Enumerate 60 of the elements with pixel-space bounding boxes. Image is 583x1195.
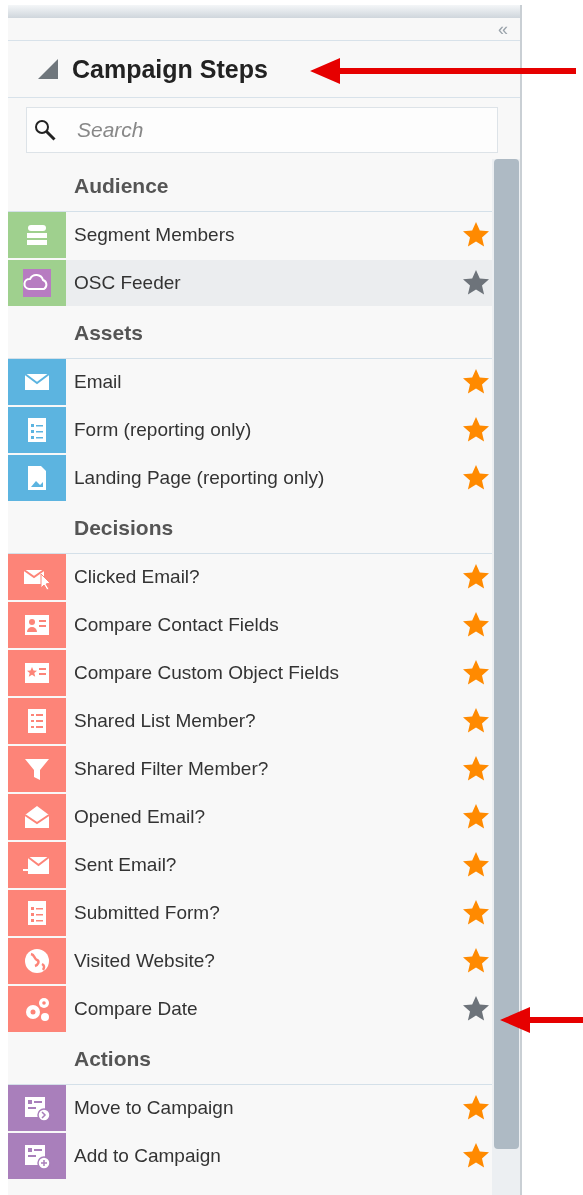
step-item[interactable]: Add to Campaign bbox=[8, 1133, 492, 1179]
step-label: Shared List Member? bbox=[74, 710, 257, 732]
expand-triangle-icon[interactable] bbox=[38, 59, 58, 79]
step-label: OSC Feeder bbox=[74, 272, 182, 294]
section-heading: Audience bbox=[74, 174, 169, 198]
favorite-star-icon[interactable] bbox=[462, 899, 490, 927]
globe-icon bbox=[22, 946, 52, 976]
step-label: Form (reporting only) bbox=[74, 419, 253, 441]
step-item[interactable]: Submitted Form? bbox=[8, 890, 492, 936]
favorite-star-icon[interactable] bbox=[462, 269, 490, 297]
favorite-star-icon[interactable] bbox=[462, 611, 490, 639]
favorite-star-icon[interactable] bbox=[462, 368, 490, 396]
step-label: Visited Website? bbox=[74, 950, 216, 972]
step-item[interactable]: Clicked Email? bbox=[8, 554, 492, 600]
panel-title: Campaign Steps bbox=[72, 54, 268, 84]
step-label: Compare Contact Fields bbox=[74, 614, 280, 636]
favorite-star-icon[interactable] bbox=[462, 563, 490, 591]
step-label: Opened Email? bbox=[74, 806, 206, 828]
step-label: Landing Page (reporting only) bbox=[74, 467, 326, 489]
favorite-star-icon[interactable] bbox=[462, 464, 490, 492]
step-label: Shared Filter Member? bbox=[74, 758, 270, 780]
step-item[interactable]: Landing Page (reporting only) bbox=[8, 455, 492, 501]
step-item[interactable]: Opened Email? bbox=[8, 794, 492, 840]
step-item[interactable]: Sent Email? bbox=[8, 842, 492, 888]
step-item[interactable]: Shared Filter Member? bbox=[8, 746, 492, 792]
favorite-star-icon[interactable] bbox=[462, 851, 490, 879]
favorite-star-icon[interactable] bbox=[462, 803, 490, 831]
step-label: Submitted Form? bbox=[74, 902, 221, 924]
favorite-star-icon[interactable] bbox=[462, 947, 490, 975]
step-label: Add to Campaign bbox=[74, 1145, 222, 1167]
step-item[interactable]: Move to Campaign bbox=[8, 1085, 492, 1131]
cloud-icon bbox=[22, 268, 52, 298]
favorite-star-icon[interactable] bbox=[462, 995, 490, 1023]
step-item[interactable]: Segment Members bbox=[8, 212, 492, 258]
favorite-star-icon[interactable] bbox=[462, 659, 490, 687]
step-item[interactable]: Form (reporting only) bbox=[8, 407, 492, 453]
section-heading: Actions bbox=[74, 1047, 151, 1071]
step-item[interactable]: Compare Date bbox=[8, 986, 492, 1032]
favorite-star-icon[interactable] bbox=[462, 1094, 490, 1122]
favorite-star-icon[interactable] bbox=[462, 707, 490, 735]
step-item[interactable]: Shared List Member? bbox=[8, 698, 492, 744]
step-label: Sent Email? bbox=[74, 854, 178, 876]
step-label: Compare Date bbox=[74, 998, 199, 1020]
favorite-star-icon[interactable] bbox=[462, 755, 490, 783]
step-item[interactable]: Compare Custom Object Fields bbox=[8, 650, 492, 696]
step-label: Email bbox=[74, 371, 123, 393]
step-label: Move to Campaign bbox=[74, 1097, 235, 1119]
step-label: Compare Custom Object Fields bbox=[74, 662, 341, 684]
section-heading: Decisions bbox=[74, 516, 174, 540]
step-label: Segment Members bbox=[74, 224, 236, 246]
favorite-star-icon[interactable] bbox=[462, 416, 490, 444]
step-item[interactable]: Visited Website? bbox=[8, 938, 492, 984]
step-item[interactable]: OSC Feeder bbox=[8, 260, 492, 306]
search-field[interactable]: Search bbox=[26, 107, 498, 153]
favorite-star-icon[interactable] bbox=[462, 221, 490, 249]
favorite-star-icon[interactable] bbox=[462, 1142, 490, 1170]
step-item[interactable]: Compare Contact Fields bbox=[8, 602, 492, 648]
step-label: Clicked Email? bbox=[74, 566, 201, 588]
step-item[interactable]: Email bbox=[8, 359, 492, 405]
section-heading: Assets bbox=[74, 321, 143, 345]
